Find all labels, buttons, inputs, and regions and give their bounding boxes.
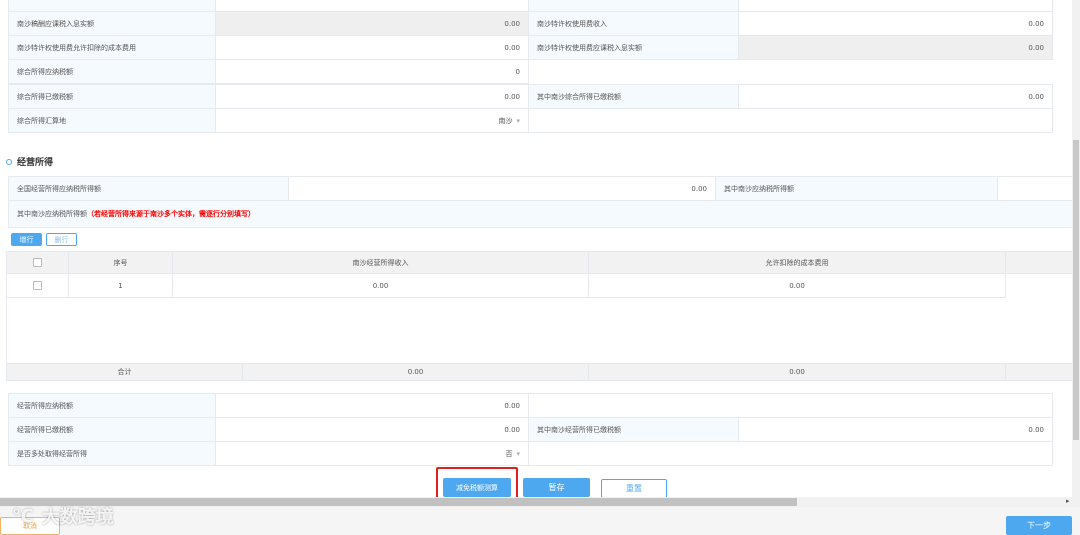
field-value: 0.00 — [288, 176, 716, 201]
column-header: 南沙经营所得收入 — [172, 251, 589, 274]
section-header: 经营所得 — [6, 155, 53, 168]
empty-cell — [528, 108, 1053, 133]
field-input[interactable]: 0.00 — [738, 11, 1053, 36]
total-extra — [1005, 363, 1077, 381]
field-input[interactable]: 0.00 — [738, 84, 1053, 109]
watermark-text: 大数跨境 — [41, 507, 114, 528]
vertical-scrollbar-thumb[interactable] — [1073, 140, 1079, 440]
field-label: 综合所得已缴税额 — [8, 84, 216, 109]
row-checkbox[interactable] — [33, 281, 42, 290]
total-label: 合计 — [6, 363, 243, 381]
scroll-right-arrow-icon[interactable]: ▸ — [1066, 497, 1070, 505]
section-title: 经营所得 — [17, 158, 54, 168]
multi-source-select[interactable]: 否 ▾ — [215, 441, 529, 466]
field-label: 南沙特许权使用费应课税入息实额 — [528, 35, 739, 60]
row-cost-input[interactable]: 0.00 — [588, 273, 1006, 298]
field-input[interactable]: 0.00 — [215, 84, 529, 109]
select-all-checkbox[interactable] — [33, 258, 42, 267]
total-income: 0.00 — [242, 363, 589, 381]
horizontal-scrollbar-thumb[interactable] — [0, 498, 797, 506]
field-label: 全国经营所得应纳税所得额 — [8, 176, 289, 201]
vertical-scrollbar[interactable] — [1072, 0, 1080, 497]
note-label: 其中南沙应纳税所得额 — [17, 210, 87, 218]
delete-row-button[interactable]: 删行 — [46, 233, 77, 246]
field-label: 是否多处取得经营所得 — [8, 441, 216, 466]
reset-button[interactable]: 重置 — [601, 479, 667, 498]
select-value: 南沙 — [498, 116, 513, 125]
select-value: 否 — [505, 449, 513, 458]
watermark-logo-icon: ℃ — [12, 505, 34, 527]
nansha-note: 其中南沙应纳税所得额 （若经营所得来源于南沙多个实体，需逐行分别填写） — [8, 200, 1077, 228]
watermark: ℃ 大数跨境 — [12, 503, 114, 529]
field-input[interactable]: 0.00 — [215, 35, 529, 60]
field-label: 综合所得应纳税额 — [8, 59, 216, 84]
field-label: 其中南沙应纳税所得额 — [715, 176, 998, 201]
row-income-input[interactable]: 0.00 — [172, 273, 589, 298]
add-row-button[interactable]: 增行 — [11, 233, 42, 246]
field-value — [997, 176, 1077, 201]
field-value: 0 — [215, 59, 529, 84]
next-step-button[interactable]: 下一步 — [1006, 516, 1072, 535]
bullet-icon — [6, 158, 12, 165]
field-label: 南沙特许权使用费允许扣除的成本费用 — [8, 35, 216, 60]
field-value: 0.00 — [215, 11, 529, 36]
column-header-extra — [1005, 251, 1077, 274]
field-label: 南沙稿酬应课税入息实额 — [8, 11, 216, 36]
row-select-cell — [6, 273, 69, 298]
note-warning: （若经营所得来源于南沙多个实体，需逐行分别填写） — [87, 210, 255, 218]
field-input[interactable]: 0.00 — [215, 417, 529, 442]
row-index: 1 — [68, 273, 173, 298]
field-input[interactable]: 0.00 — [738, 417, 1053, 442]
field-value: 0.00 — [215, 393, 529, 418]
empty-cell — [528, 393, 1053, 418]
empty-cell — [528, 441, 1053, 466]
chevron-down-icon: ▾ — [516, 449, 520, 458]
settlement-place-select[interactable]: 南沙 ▾ — [215, 108, 529, 133]
field-label: 经营所得应纳税额 — [8, 393, 216, 418]
field-value: 0.00 — [738, 35, 1053, 60]
field-label: 综合所得汇算地 — [8, 108, 216, 133]
field-label: 其中南沙经营所得已缴税额 — [528, 417, 739, 442]
field-label: 其中南沙综合所得已缴税额 — [528, 84, 739, 109]
field-label: 南沙特许权使用费收入 — [528, 11, 739, 36]
horizontal-scrollbar[interactable]: ▸ — [0, 497, 1080, 507]
column-header: 序号 — [68, 251, 173, 274]
field-label: 经营所得已缴税额 — [8, 417, 216, 442]
column-header: 允许扣除的成本费用 — [588, 251, 1006, 274]
save-draft-button[interactable]: 暂存 — [523, 478, 590, 497]
select-all-cell — [6, 251, 69, 274]
footer-bar — [0, 507, 1080, 535]
total-cost: 0.00 — [588, 363, 1006, 381]
chevron-down-icon: ▾ — [516, 116, 520, 125]
